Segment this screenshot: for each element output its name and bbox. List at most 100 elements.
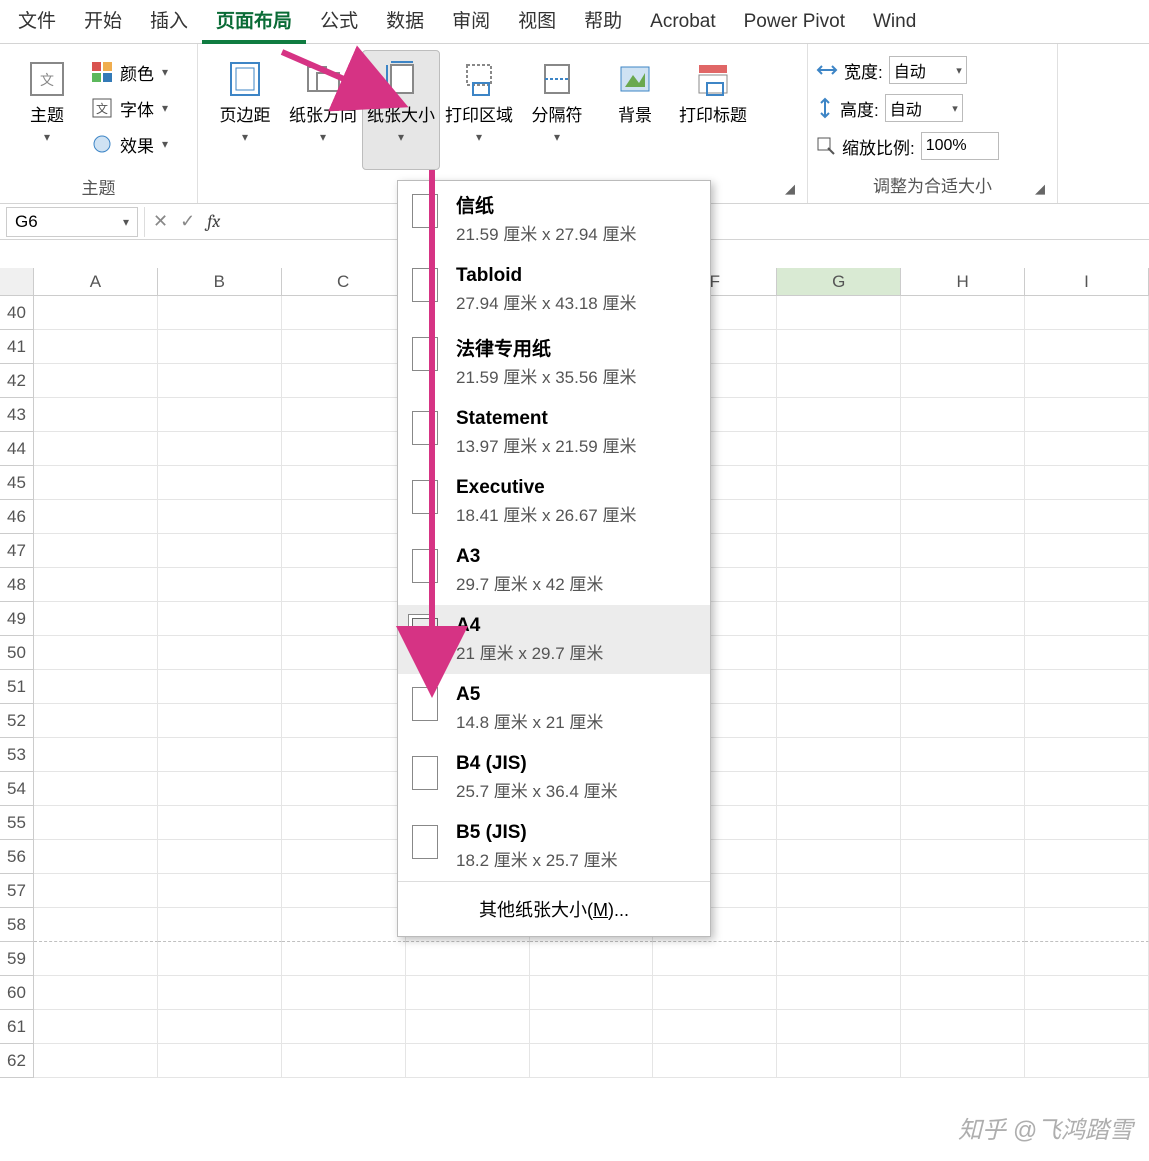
cell[interactable] [158, 1010, 282, 1044]
paper-size-option[interactable]: A329.7 厘米 x 42 厘米 [398, 536, 710, 605]
cell[interactable] [1025, 602, 1149, 636]
themes-button[interactable]: 文 主题 ▾ [8, 50, 86, 170]
cell[interactable] [282, 840, 406, 874]
row-header[interactable]: 55 [0, 806, 34, 840]
cell[interactable] [282, 364, 406, 398]
cell[interactable] [901, 806, 1025, 840]
cell[interactable] [282, 908, 406, 942]
row-header[interactable]: 52 [0, 704, 34, 738]
cell[interactable] [777, 738, 901, 772]
print-titles-button[interactable]: 打印标题 [674, 50, 752, 170]
cell[interactable] [34, 942, 158, 976]
cell[interactable] [1025, 840, 1149, 874]
cell[interactable] [1025, 704, 1149, 738]
cell[interactable] [777, 636, 901, 670]
row-header[interactable]: 49 [0, 602, 34, 636]
cell[interactable] [158, 534, 282, 568]
tab-Power Pivot[interactable]: Power Pivot [730, 0, 859, 44]
cell[interactable] [282, 398, 406, 432]
cell[interactable] [158, 670, 282, 704]
cell[interactable] [1025, 466, 1149, 500]
cell[interactable] [282, 772, 406, 806]
cell[interactable] [901, 500, 1025, 534]
cell[interactable] [777, 330, 901, 364]
row-header[interactable]: 54 [0, 772, 34, 806]
cell[interactable] [1025, 976, 1149, 1010]
paper-size-option[interactable]: Statement13.97 厘米 x 21.59 厘米 [398, 398, 710, 467]
enter-icon[interactable]: ✓ [180, 211, 195, 232]
cell[interactable] [1025, 874, 1149, 908]
cell[interactable] [158, 806, 282, 840]
row-header[interactable]: 48 [0, 568, 34, 602]
cell[interactable] [777, 534, 901, 568]
row-header[interactable]: 58 [0, 908, 34, 942]
cell[interactable] [777, 432, 901, 466]
cell[interactable] [901, 296, 1025, 330]
cell[interactable] [158, 874, 282, 908]
cell[interactable] [158, 330, 282, 364]
cell[interactable] [158, 738, 282, 772]
cell[interactable] [1025, 1044, 1149, 1078]
tab-文件[interactable]: 文件 [4, 0, 70, 44]
cell[interactable] [158, 636, 282, 670]
cell[interactable] [901, 636, 1025, 670]
cell[interactable] [777, 500, 901, 534]
cancel-icon[interactable]: ✕ [153, 211, 168, 232]
cell[interactable] [901, 466, 1025, 500]
cell[interactable] [34, 840, 158, 874]
cell[interactable] [34, 874, 158, 908]
cell[interactable] [1025, 942, 1149, 976]
scale-launcher[interactable]: ◢ [1035, 181, 1051, 197]
cell[interactable] [653, 1044, 777, 1078]
cell[interactable] [406, 976, 530, 1010]
row-header[interactable]: 53 [0, 738, 34, 772]
row-header[interactable]: 43 [0, 398, 34, 432]
height-dropdown[interactable]: 自动▾ [885, 94, 963, 122]
cell[interactable] [1025, 534, 1149, 568]
cell[interactable] [1025, 1010, 1149, 1044]
cell[interactable] [530, 942, 654, 976]
cell[interactable] [282, 568, 406, 602]
row-header[interactable]: 44 [0, 432, 34, 466]
cell[interactable] [34, 908, 158, 942]
paper-size-option[interactable]: B4 (JIS)25.7 厘米 x 36.4 厘米 [398, 743, 710, 812]
cell[interactable] [406, 1010, 530, 1044]
select-all-corner[interactable] [0, 268, 34, 295]
tab-数据[interactable]: 数据 [372, 0, 438, 44]
cell[interactable] [777, 364, 901, 398]
cell[interactable] [777, 1044, 901, 1078]
cell[interactable] [282, 466, 406, 500]
tab-帮助[interactable]: 帮助 [570, 0, 636, 44]
row-header[interactable]: 50 [0, 636, 34, 670]
paper-size-option[interactable]: Tabloid27.94 厘米 x 43.18 厘米 [398, 255, 710, 324]
cell[interactable] [1025, 500, 1149, 534]
cell[interactable] [777, 1010, 901, 1044]
cell[interactable] [901, 738, 1025, 772]
cell[interactable] [34, 670, 158, 704]
cell[interactable] [777, 568, 901, 602]
cell[interactable] [282, 296, 406, 330]
row-header[interactable]: 45 [0, 466, 34, 500]
cell[interactable] [34, 398, 158, 432]
cell[interactable] [777, 602, 901, 636]
cell[interactable] [406, 1044, 530, 1078]
cell[interactable] [158, 704, 282, 738]
cell[interactable] [34, 602, 158, 636]
cell[interactable] [282, 534, 406, 568]
tab-公式[interactable]: 公式 [306, 0, 372, 44]
cell[interactable] [653, 1010, 777, 1044]
row-header[interactable]: 56 [0, 840, 34, 874]
fx-icon[interactable]: fx [207, 211, 220, 232]
cell[interactable] [1025, 364, 1149, 398]
cell[interactable] [282, 1044, 406, 1078]
col-header-H[interactable]: H [901, 268, 1025, 295]
cell[interactable] [158, 398, 282, 432]
cell[interactable] [653, 976, 777, 1010]
page-setup-launcher[interactable]: ◢ [785, 181, 801, 197]
margins-button[interactable]: 页边距 ▾ [206, 50, 284, 170]
paper-size-option[interactable]: B5 (JIS)18.2 厘米 x 25.7 厘米 [398, 812, 710, 881]
cell[interactable] [34, 534, 158, 568]
cell[interactable] [158, 840, 282, 874]
tab-插入[interactable]: 插入 [136, 0, 202, 44]
cell[interactable] [901, 976, 1025, 1010]
